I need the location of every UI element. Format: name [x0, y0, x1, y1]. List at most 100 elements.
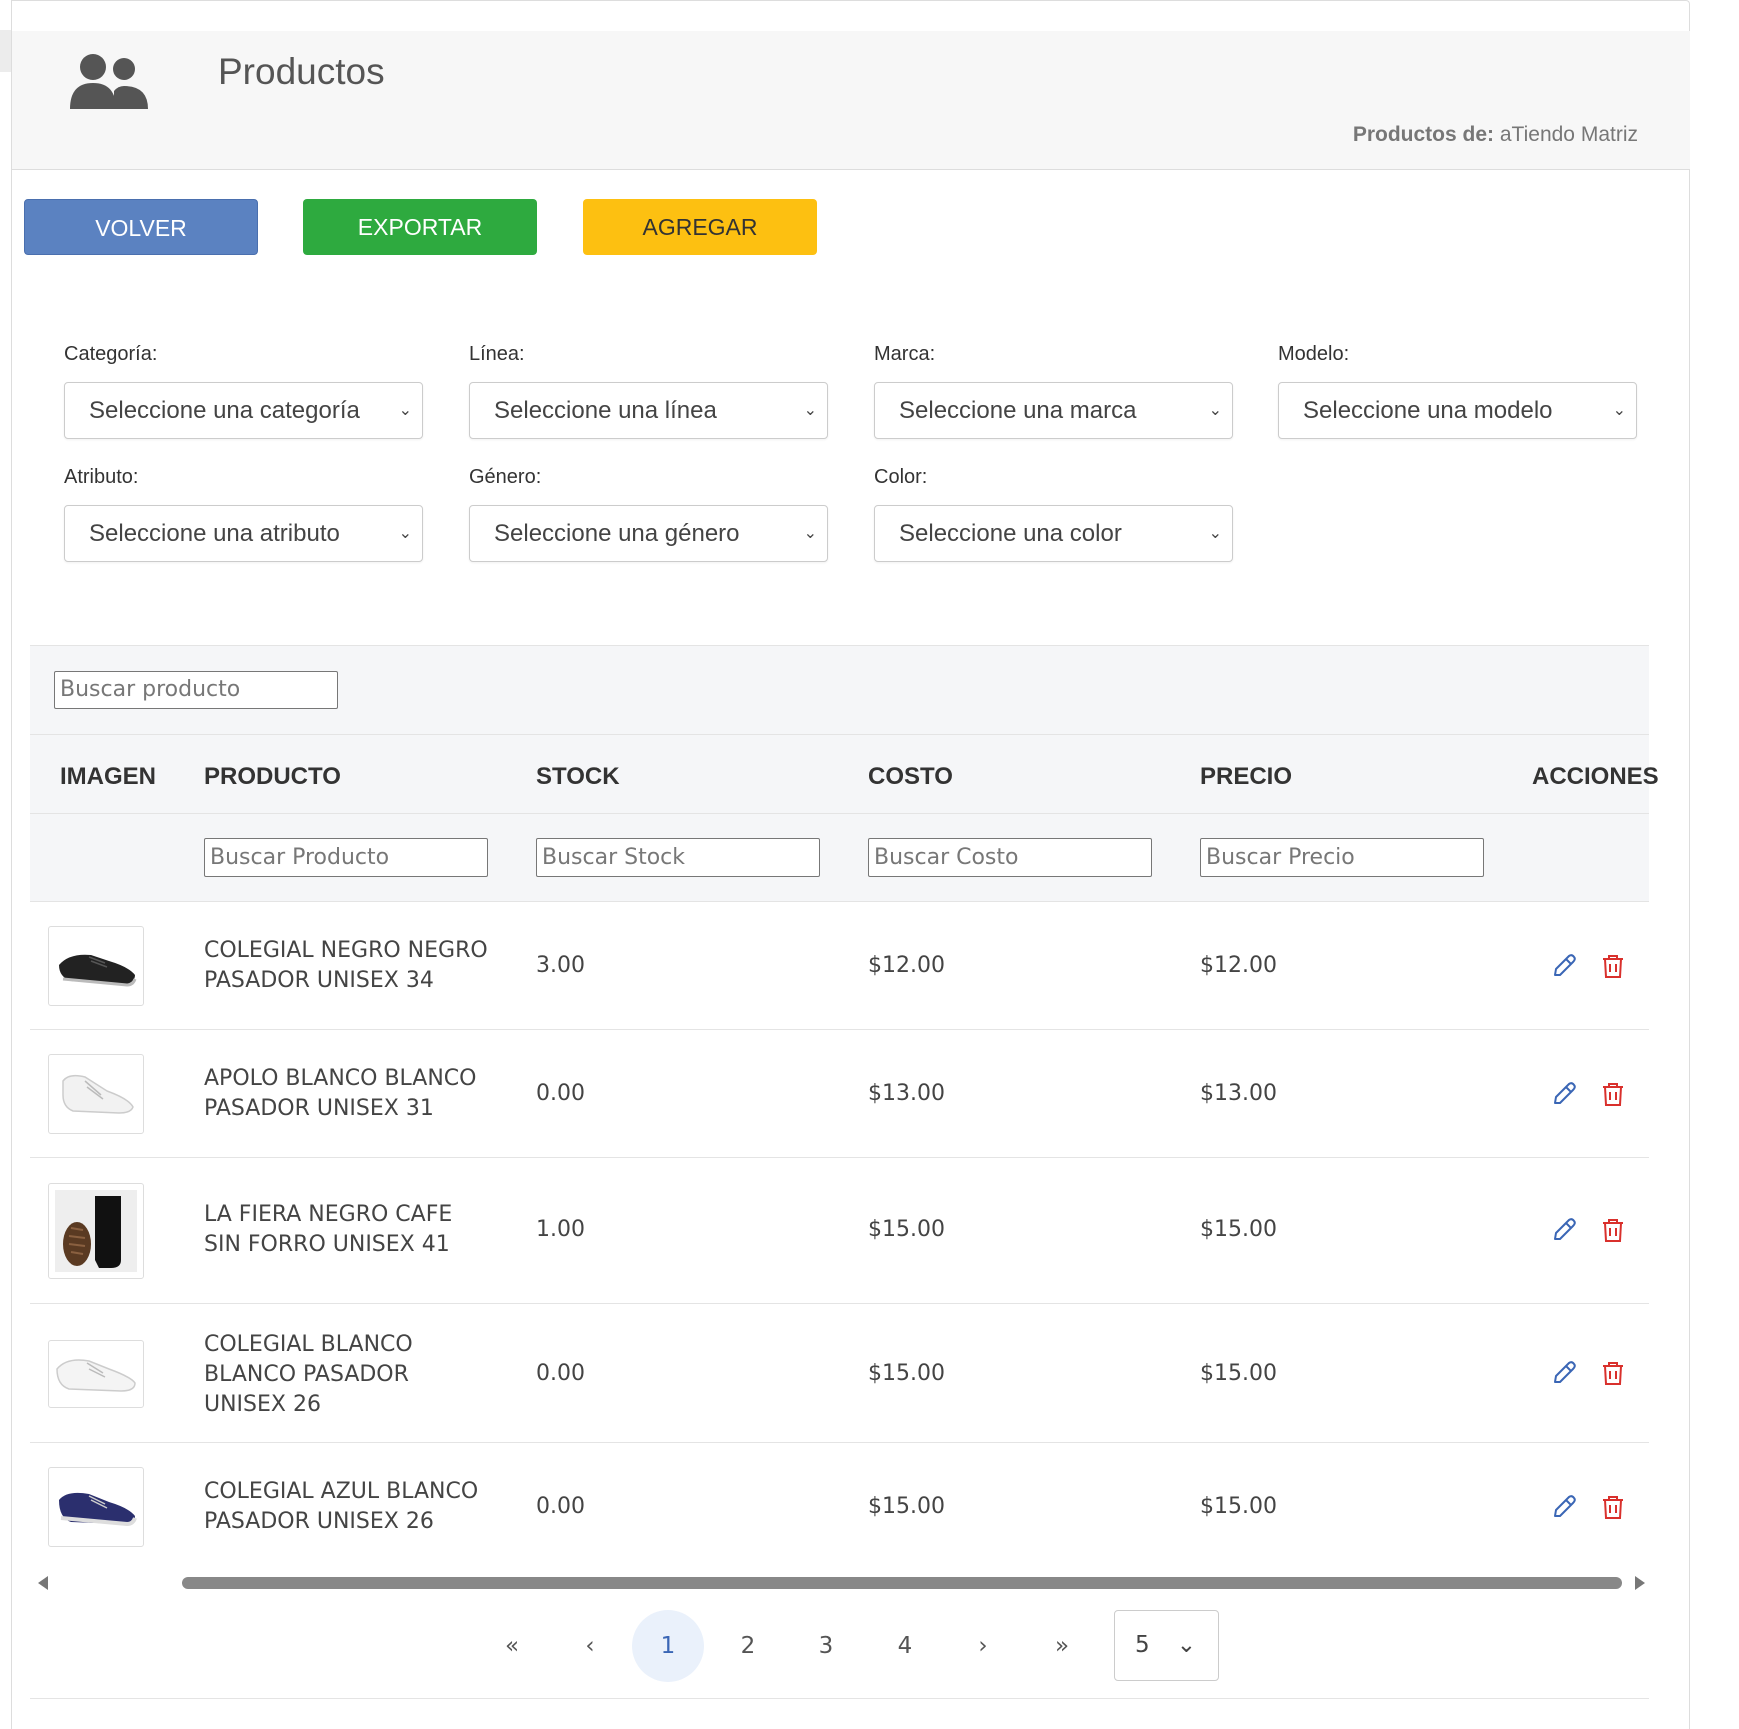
left-edge-strip [0, 30, 11, 72]
edit-icon[interactable] [1550, 952, 1578, 980]
column-header-price[interactable]: PRECIO [1200, 763, 1292, 791]
column-header-cost[interactable]: COSTO [868, 763, 953, 791]
category-select[interactable]: Seleccione una categoría ⌄ [64, 382, 423, 439]
trash-icon[interactable] [1600, 1359, 1626, 1387]
product-image [48, 1183, 144, 1279]
color-select-value: Seleccione una color [899, 520, 1122, 547]
back-button[interactable]: VOLVER [24, 199, 258, 255]
product-name: LA FIERA NEGRO CAFE SIN FORRO UNISEX 41 [204, 1202, 453, 1257]
edit-icon[interactable] [1550, 1080, 1578, 1108]
page-size-select[interactable]: 5 ⌄ [1114, 1610, 1219, 1681]
scroll-left-arrow-icon[interactable] [38, 1576, 48, 1590]
export-button[interactable]: EXPORTAR [303, 199, 537, 255]
line-select-value: Seleccione una línea [494, 397, 717, 424]
column-header-stock[interactable]: STOCK [536, 763, 620, 791]
product-image [48, 1340, 144, 1408]
owner-value: aTiendo Matriz [1499, 123, 1638, 146]
price-filter-input[interactable]: Buscar Precio [1200, 838, 1484, 877]
edit-icon[interactable] [1550, 1216, 1578, 1244]
trash-icon[interactable] [1600, 1216, 1626, 1244]
chevron-down-icon: ⌄ [1208, 525, 1222, 542]
page-2-button[interactable]: 2 [730, 1610, 766, 1682]
page-4-button[interactable]: 4 [887, 1610, 923, 1682]
product-stock: 0.00 [536, 1494, 585, 1519]
line-select[interactable]: Seleccione una línea ⌄ [469, 382, 828, 439]
product-name: APOLO BLANCO BLANCO PASADOR UNISEX 31 [204, 1066, 477, 1121]
prev-page-button[interactable]: ‹ [572, 1610, 608, 1682]
edit-icon[interactable] [1550, 1359, 1578, 1387]
chevron-down-icon: ⌄ [803, 525, 817, 542]
category-label: Categoría: [64, 343, 158, 365]
chevron-down-icon: ⌄ [1176, 1632, 1196, 1658]
next-page-button[interactable]: › [965, 1610, 1001, 1682]
gender-label: Género: [469, 466, 542, 488]
gender-select[interactable]: Seleccione una género ⌄ [469, 505, 828, 562]
product-price: $13.00 [1200, 1081, 1277, 1106]
store-owner: Productos de: aTiendo Matriz [1353, 123, 1638, 147]
last-page-button[interactable]: » [1044, 1610, 1080, 1682]
product-name: COLEGIAL BLANCO BLANCO PASADOR UNISEX 26 [204, 1332, 413, 1417]
table-header: IMAGEN PRODUCTO STOCK COSTO PRECIO ACCIO… [30, 734, 1659, 814]
divider [30, 1698, 1649, 1699]
attribute-label: Atributo: [64, 466, 139, 488]
product-price: $15.00 [1200, 1494, 1277, 1519]
chevron-down-icon: ⌄ [1208, 402, 1222, 419]
page-3-button[interactable]: 3 [808, 1610, 844, 1682]
brand-select[interactable]: Seleccione una marca ⌄ [874, 382, 1233, 439]
stock-filter-input[interactable]: Buscar Stock [536, 838, 820, 877]
product-image [48, 1054, 144, 1134]
table-search-bar: Buscar producto [30, 645, 1649, 734]
model-select-value: Seleccione una modelo [1303, 397, 1553, 424]
product-cost: $13.00 [868, 1081, 945, 1106]
owner-label: Productos de: [1352, 123, 1495, 146]
color-label: Color: [874, 466, 928, 488]
product-name: COLEGIAL NEGRO NEGRO PASADOR UNISEX 34 [204, 938, 488, 993]
table-row: COLEGIAL NEGRO NEGRO PASADOR UNISEX 34 3… [30, 902, 1649, 1030]
page-1-button[interactable]: 1 [632, 1610, 704, 1682]
model-select[interactable]: Seleccione una modelo ⌄ [1278, 382, 1637, 439]
table-row: APOLO BLANCO BLANCO PASADOR UNISEX 31 0.… [30, 1030, 1649, 1158]
product-price: $15.00 [1200, 1361, 1277, 1386]
gender-select-value: Seleccione una género [494, 520, 740, 547]
product-stock: 0.00 [536, 1081, 585, 1106]
horizontal-scrollbar[interactable] [30, 1572, 1649, 1594]
add-button[interactable]: AGREGAR [583, 199, 817, 255]
column-header-actions: ACCIONES [1532, 763, 1659, 790]
chevron-down-icon: ⌄ [398, 525, 412, 542]
attribute-select[interactable]: Seleccione una atributo ⌄ [64, 505, 423, 562]
column-header-product[interactable]: PRODUCTO [204, 763, 341, 791]
product-stock: 0.00 [536, 1361, 585, 1386]
product-stock: 3.00 [536, 953, 585, 978]
product-cost: $12.00 [868, 953, 945, 978]
table-row: LA FIERA NEGRO CAFE SIN FORRO UNISEX 41 … [30, 1158, 1649, 1304]
product-cost: $15.00 [868, 1494, 945, 1519]
users-icon [70, 54, 148, 109]
first-page-button[interactable]: « [494, 1610, 530, 1682]
search-input[interactable]: Buscar producto [54, 671, 338, 709]
page-header: Productos Productos de: aTiendo Matriz [12, 31, 1690, 170]
table-row: COLEGIAL AZUL BLANCO PASADOR UNISEX 26 0… [30, 1443, 1649, 1572]
scroll-right-arrow-icon[interactable] [1635, 1576, 1645, 1590]
product-price: $12.00 [1200, 953, 1277, 978]
product-filter-input[interactable]: Buscar Producto [204, 838, 488, 877]
trash-icon[interactable] [1600, 1493, 1626, 1521]
product-image [48, 1467, 144, 1547]
product-name: COLEGIAL AZUL BLANCO PASADOR UNISEX 26 [204, 1479, 479, 1534]
cost-filter-input[interactable]: Buscar Costo [868, 838, 1152, 877]
model-label: Modelo: [1278, 343, 1350, 365]
brand-select-value: Seleccione una marca [899, 397, 1137, 424]
table-row: COLEGIAL BLANCO BLANCO PASADOR UNISEX 26… [30, 1304, 1649, 1443]
color-select[interactable]: Seleccione una color ⌄ [874, 505, 1233, 562]
brand-label: Marca: [874, 343, 936, 365]
edit-icon[interactable] [1550, 1493, 1578, 1521]
product-stock: 1.00 [536, 1217, 585, 1242]
trash-icon[interactable] [1600, 1080, 1626, 1108]
chevron-down-icon: ⌄ [398, 402, 412, 419]
column-header-image[interactable]: IMAGEN [60, 763, 156, 791]
attribute-select-value: Seleccione una atributo [89, 520, 340, 547]
product-price: $15.00 [1200, 1217, 1277, 1242]
page-size-value: 5 [1135, 1632, 1150, 1658]
trash-icon[interactable] [1600, 952, 1626, 980]
product-cost: $15.00 [868, 1217, 945, 1242]
scrollbar-thumb[interactable] [182, 1577, 1622, 1589]
